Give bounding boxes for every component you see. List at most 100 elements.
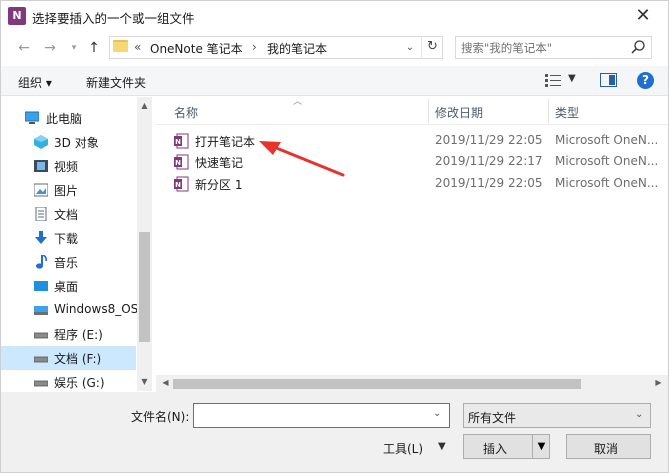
row-modified: 2019/11/29 22:05 (435, 133, 543, 147)
view-dropdown-chevron-icon[interactable]: ▼ (568, 73, 576, 84)
nav-item-label: 下载 (54, 232, 79, 246)
drive-icon (34, 380, 48, 387)
recent-locations-chevron-icon[interactable]: ▾ (64, 37, 84, 59)
drive-icon (34, 306, 48, 315)
nav-item-label: 音乐 (54, 256, 79, 270)
forward-button[interactable]: → (40, 37, 60, 59)
nav-item-music[interactable]: 音乐 (0, 250, 136, 274)
pictures-icon (34, 183, 48, 197)
filename-dropdown-chevron-icon[interactable]: ⌄ (433, 408, 441, 419)
search-input[interactable] (461, 39, 621, 56)
table-row[interactable]: N 快速笔记 2019/11/29 22:17 Microsoft OneN..… (160, 151, 669, 173)
scroll-left-icon[interactable]: ◀ (158, 378, 173, 387)
row-type: Microsoft OneN... (555, 133, 659, 147)
tools-button[interactable]: 工具(L) (383, 440, 423, 457)
nav-item-label: 文档 (F:) (54, 352, 102, 366)
onenote-section-icon: N (174, 154, 189, 170)
preview-pane-icon[interactable] (600, 73, 617, 87)
svg-text:N: N (175, 159, 181, 167)
column-type[interactable]: 类型 (555, 104, 579, 121)
desktop-icon (34, 281, 48, 291)
help-icon[interactable]: ? (637, 72, 654, 89)
new-folder-button[interactable]: 新建文件夹 (86, 74, 146, 91)
svg-text:N: N (175, 138, 181, 146)
nav-item-label: 娱乐 (G:) (54, 376, 105, 390)
breadcrumb-onenote[interactable]: OneNote 笔记本 (150, 40, 243, 57)
row-modified: 2019/11/29 22:05 (435, 176, 543, 190)
nav-item-video[interactable]: 视频 (0, 154, 136, 178)
insert-split-dropdown-icon[interactable]: ▼ (532, 434, 550, 459)
column-header (156, 97, 669, 125)
nav-item-label: 文档 (54, 208, 79, 222)
insert-button-label: 插入 (483, 442, 508, 456)
horizontal-scrollbar-thumb[interactable] (173, 379, 581, 389)
filename-label: 文件名(N): (131, 410, 190, 424)
row-name: 新分区 1 (195, 178, 243, 192)
up-button[interactable]: ↑ (84, 37, 104, 59)
folder-icon (113, 40, 128, 52)
nav-item-label: 此电脑 (46, 112, 83, 126)
music-icon (36, 255, 47, 269)
filename-input[interactable] (193, 403, 450, 428)
nav-item-label: Windows8_OS (54, 302, 139, 316)
back-button[interactable]: ← (14, 37, 34, 59)
nav-item-drive-f[interactable]: 文档 (F:) (0, 346, 136, 370)
annotation-arrow-icon (259, 141, 345, 177)
documents-icon (35, 207, 47, 221)
column-divider[interactable] (548, 99, 549, 123)
row-name: 快速笔记 (195, 156, 244, 170)
3d-objects-icon (34, 135, 48, 149)
column-modified[interactable]: 修改日期 (435, 104, 483, 121)
refresh-button[interactable]: ↻ (421, 36, 443, 59)
download-icon (35, 231, 47, 244)
close-button[interactable]: ✕ (620, 0, 666, 32)
breadcrumb-mynotebook[interactable]: 我的笔记本 (267, 40, 327, 57)
column-name[interactable]: 名称 (174, 104, 198, 121)
nav-item-pictures[interactable]: 图片 (0, 178, 136, 202)
cancel-button-label: 取消 (594, 442, 619, 456)
nav-item-this-pc[interactable]: 此电脑 (0, 106, 136, 130)
svg-text:N: N (175, 181, 181, 189)
breadcrumb-overflow[interactable]: « (134, 40, 141, 54)
nav-item-label: 视频 (54, 160, 79, 174)
video-icon (34, 160, 48, 172)
computer-icon (25, 111, 39, 124)
scroll-up-icon[interactable]: ▲ (137, 101, 152, 110)
view-options-icon[interactable] (545, 73, 561, 87)
row-modified: 2019/11/29 22:17 (435, 154, 543, 168)
organize-button[interactable]: 组织 ▾ (18, 74, 52, 91)
scroll-down-icon[interactable]: ▼ (137, 377, 152, 386)
table-row[interactable]: N 新分区 1 2019/11/29 22:05 Microsoft OneN.… (160, 173, 669, 195)
nav-item-desktop[interactable]: 桌面 (0, 274, 136, 298)
window-title: 选择要插入的一个或一组文件 (32, 11, 195, 26)
nav-item-label: 3D 对象 (54, 136, 99, 150)
row-type: Microsoft OneN... (555, 154, 659, 168)
nav-item-label: 图片 (54, 184, 79, 198)
onenote-section-icon: N (174, 176, 189, 192)
nav-item-3d-objects[interactable]: 3D 对象 (0, 130, 136, 154)
nav-item-drive-g[interactable]: 娱乐 (G:) (0, 370, 136, 391)
table-row[interactable]: N 打开笔记本 2019/11/29 22:05 Microsoft OneN.… (160, 130, 669, 152)
scroll-right-icon[interactable]: ▶ (651, 378, 666, 387)
search-icon[interactable] (630, 39, 646, 55)
nav-item-label: 程序 (E:) (54, 328, 103, 342)
drive-icon (34, 356, 48, 363)
sort-ascending-icon: ︿ (293, 97, 303, 107)
row-name: 打开笔记本 (195, 135, 256, 149)
onenote-section-icon: N (174, 133, 189, 149)
nav-item-label: 桌面 (54, 280, 79, 294)
onenote-app-icon: N (8, 7, 26, 25)
nav-item-windows8-os[interactable]: Windows8_OS (0, 298, 139, 322)
nav-item-documents[interactable]: 文档 (0, 202, 136, 226)
drive-icon (34, 332, 48, 339)
filetype-value: 所有文件 (468, 411, 517, 425)
nav-item-downloads[interactable]: 下载 (0, 226, 136, 250)
column-divider[interactable] (428, 99, 429, 123)
tools-dropdown-chevron-icon[interactable]: ▼ (438, 441, 446, 452)
row-type: Microsoft OneN... (555, 176, 659, 190)
nav-scrollbar-thumb[interactable] (139, 232, 150, 342)
address-dropdown-chevron-icon[interactable]: ⌄ (400, 36, 420, 59)
breadcrumb-separator[interactable]: › (252, 40, 257, 54)
nav-item-drive-e[interactable]: 程序 (E:) (0, 322, 136, 346)
filetype-chevron-down-icon[interactable]: ⌄ (635, 409, 643, 420)
